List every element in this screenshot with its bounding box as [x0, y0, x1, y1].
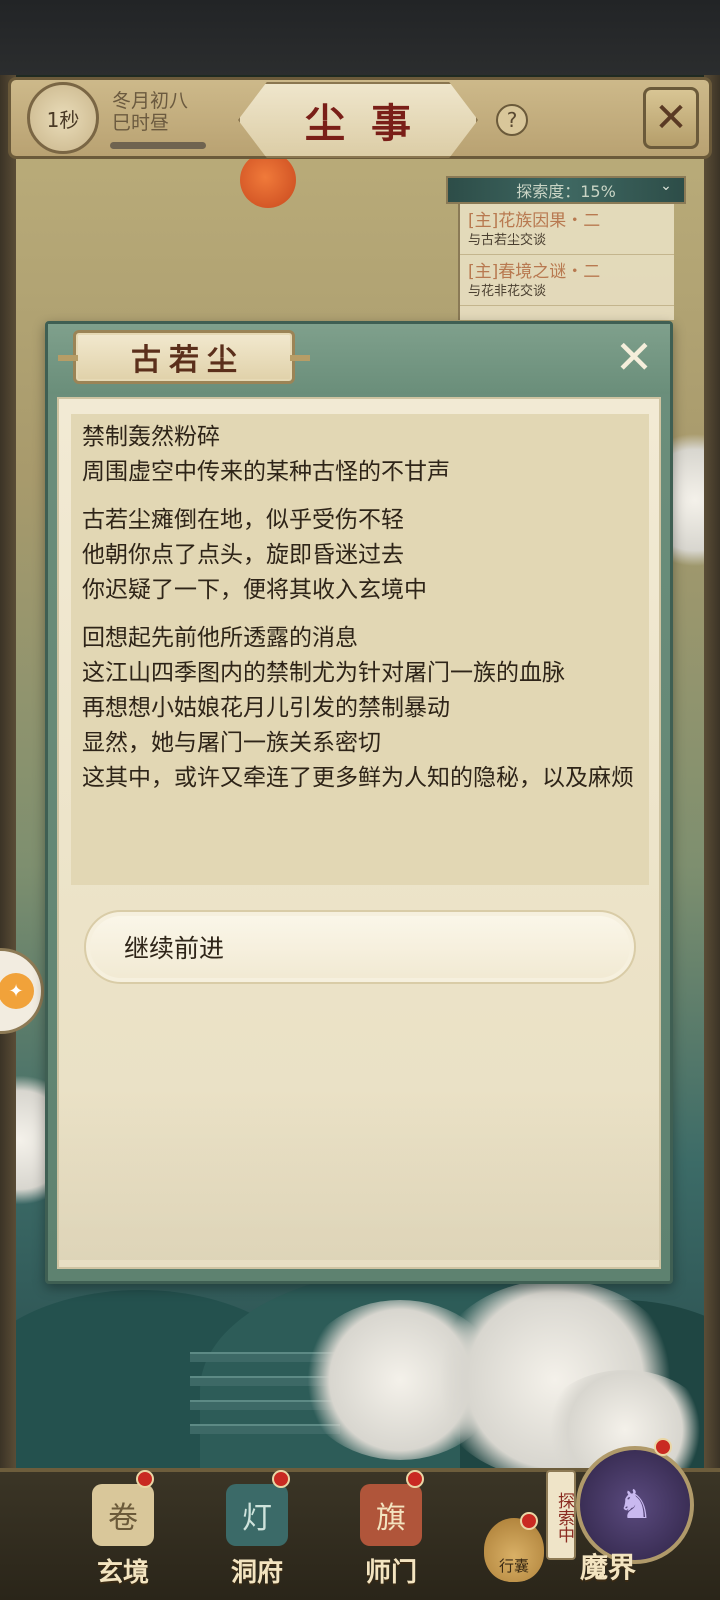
task-subtitle: 与花非花交谈: [468, 284, 547, 299]
timer-label: 1秒: [46, 107, 80, 132]
explore-progress-label: 探索度：15%: [516, 182, 616, 201]
continue-option-button[interactable]: 继续前进: [84, 910, 636, 984]
chevron-down-icon[interactable]: ⌄: [652, 178, 680, 202]
exploring-status-tag: 探索中: [546, 1470, 576, 1560]
sun-icon: [240, 152, 296, 208]
notification-dot: [520, 1512, 538, 1530]
continue-option-label: 继续前进: [124, 934, 225, 963]
timer-progress-bar: [110, 142, 206, 149]
nav-item-xuanjing[interactable]: 卷 玄境: [68, 1484, 178, 1594]
paper-ink-scenery: [58, 1090, 660, 1260]
explore-progress-bar: 探索度：15%: [446, 176, 686, 204]
exit-button[interactable]: ✕: [643, 87, 699, 149]
notification-dot: [136, 1470, 154, 1488]
story-paragraph: 禁制轰然粉碎 周围虚空中传来的某种古怪的不甘声: [82, 420, 642, 490]
story-line: 禁制轰然粉碎: [82, 424, 220, 450]
title-plaque: 尘事: [238, 82, 478, 158]
story-line: 再想想小姑娘花月儿引发的禁制暴动: [82, 695, 450, 721]
game-date: 冬月初八 巳时昼: [112, 90, 188, 134]
task-subtitle: 与古若尘交谈: [468, 233, 547, 248]
story-text: 禁制轰然粉碎 周围虚空中传来的某种古怪的不甘声 古若尘瘫倒在地，似乎受伤不轻 他…: [82, 420, 642, 809]
close-icon: ✕: [614, 330, 654, 384]
story-line: 古若尘瘫倒在地，似乎受伤不轻: [82, 507, 404, 533]
nav-label: 洞府: [230, 1558, 283, 1588]
story-line: 周围虚空中传来的某种古怪的不甘声: [82, 459, 450, 485]
story-line: 回想起先前他所透露的消息: [82, 625, 358, 651]
timer-button[interactable]: 1秒: [27, 82, 99, 154]
lantern-icon: 灯: [226, 1484, 288, 1546]
story-paragraph: 古若尘瘫倒在地，似乎受伤不轻 他朝你点了点头，旋即昏迷过去 你迟疑了一下，便将其…: [82, 503, 642, 608]
nav-item-dongfu[interactable]: 灯 洞府: [202, 1484, 312, 1594]
question-icon: ?: [506, 108, 518, 132]
task-item[interactable]: [主]花族因果・二 与古若尘交谈: [460, 204, 674, 255]
speaker-name: 古若尘: [131, 343, 245, 378]
story-line: 这其中，或许又牵连了更多鲜为人知的隐秘，以及麻烦: [82, 765, 634, 791]
story-line: 这江山四季图内的禁制尤为针对屠门一族的血脉: [82, 660, 565, 686]
notification-dot: [272, 1470, 290, 1488]
task-item[interactable]: [主]春境之谜・二 与花非花交谈: [460, 255, 674, 306]
gamepad-icon: ✦: [0, 973, 34, 1009]
dialog-close-button[interactable]: ✕: [604, 330, 664, 384]
task-title: [主]春境之谜・二: [468, 262, 601, 282]
demon-realm-label: 魔界: [580, 1551, 637, 1584]
frame-left: [0, 75, 16, 1475]
date-line: 冬月初八: [112, 90, 189, 112]
nav-item-shimen[interactable]: 旗 师门: [336, 1484, 446, 1594]
story-line: 你迟疑了一下，便将其收入玄境中: [82, 577, 427, 603]
nav-label: 玄境: [96, 1558, 149, 1588]
status-area: [0, 0, 720, 75]
nav-label: 师门: [364, 1558, 417, 1588]
demon-figure-icon: ♞: [617, 1482, 653, 1528]
close-icon: ✕: [654, 95, 688, 141]
story-line: 显然，她与屠门一族关系密切: [82, 730, 381, 756]
speaker-plaque: 古若尘: [58, 330, 310, 384]
task-list: [主]花族因果・二 与古若尘交谈 [主]春境之谜・二 与花非花交谈: [458, 204, 674, 320]
story-paragraph: 回想起先前他所透露的消息 这江山四季图内的禁制尤为针对屠门一族的血脉 再想想小姑…: [82, 621, 642, 796]
bag-label: 行囊: [498, 1557, 529, 1575]
story-line: 他朝你点了点头，旋即昏迷过去: [82, 542, 404, 568]
scroll-icon: 卷: [92, 1484, 154, 1546]
help-button[interactable]: ?: [496, 104, 528, 136]
notification-dot: [406, 1470, 424, 1488]
banner-icon: 旗: [360, 1484, 422, 1546]
notification-dot: [654, 1438, 672, 1456]
task-title: [主]花族因果・二: [468, 211, 601, 231]
frame-right: [704, 75, 720, 1475]
page-title: 尘事: [305, 100, 437, 147]
time-line: 巳时昼: [112, 112, 170, 134]
